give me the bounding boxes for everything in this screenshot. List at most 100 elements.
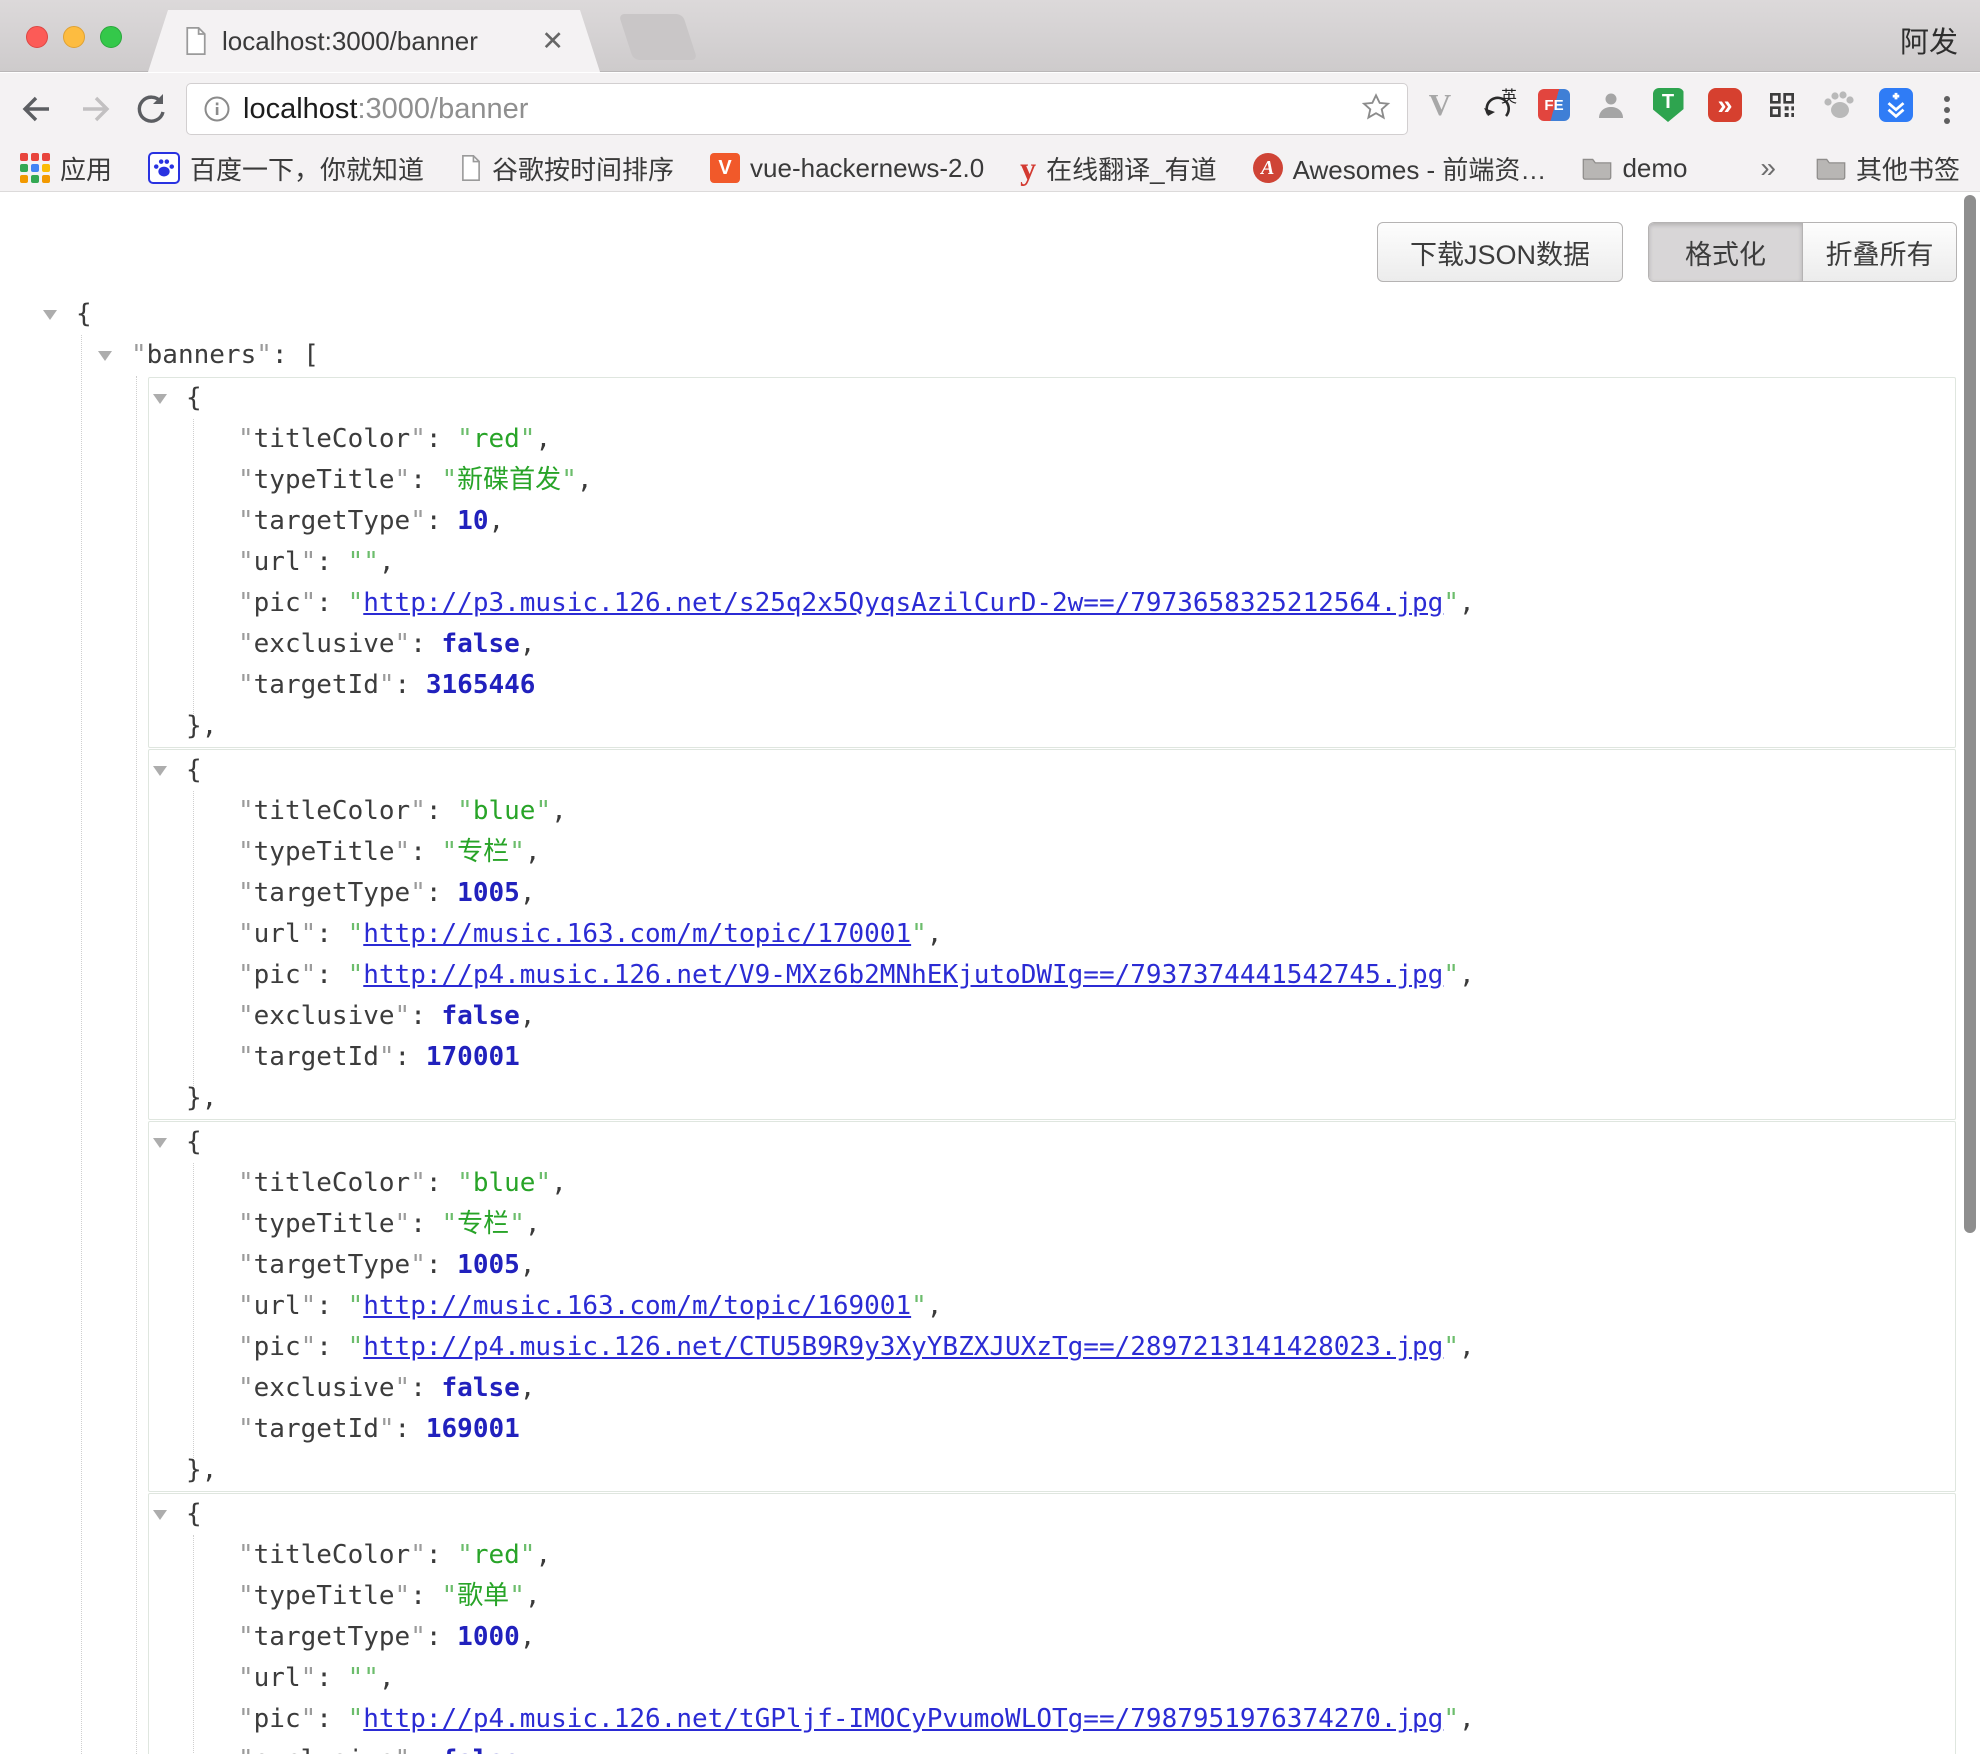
view-mode-toggle: 格式化 折叠所有	[1648, 222, 1957, 282]
json-key: targetId	[254, 1042, 379, 1072]
collapse-toggle-icon[interactable]	[153, 1138, 167, 1148]
youdao-icon: y	[1020, 150, 1036, 187]
json-link[interactable]: http://p4.music.126.net/V9-MXz6b2MNhEKju…	[363, 960, 1443, 990]
paw-extension-icon[interactable]	[1821, 87, 1857, 123]
json-line: "url": "",	[149, 542, 1955, 583]
bookmark-star-icon[interactable]	[1361, 92, 1391, 127]
zoom-window-button[interactable]	[100, 26, 122, 48]
apps-grid-icon	[20, 153, 50, 183]
json-string-value: red	[473, 1540, 520, 1570]
json-key: exclusive	[254, 1745, 395, 1754]
json-number-value: 169001	[426, 1414, 520, 1444]
bookmark-baidu[interactable]: 百度一下，你就知道	[148, 150, 424, 187]
window-controls	[26, 26, 122, 48]
awesomes-icon: A	[1253, 153, 1283, 183]
json-line: "pic": "http://p4.music.126.net/tGPljf-I…	[149, 1699, 1955, 1740]
json-key: typeTitle	[254, 1209, 395, 1239]
json-line: },	[149, 1078, 1955, 1119]
json-key: titleColor	[254, 796, 411, 826]
fehelper-extension-icon[interactable]: FE	[1538, 89, 1570, 121]
json-link[interactable]: http://music.163.com/m/topic/169001	[363, 1291, 911, 1321]
navigation-toolbar: localhost:3000/banner V 英 FE T »	[0, 73, 1980, 145]
bookmark-apps[interactable]: 应用	[20, 150, 112, 187]
json-link[interactable]: http://p4.music.126.net/CTU5B9R9y3XyYBZX…	[363, 1332, 1443, 1362]
json-number-value: 10	[457, 506, 488, 536]
json-line: "targetType": 1005,	[149, 1245, 1955, 1286]
json-line: "titleColor": "red",	[149, 419, 1955, 460]
address-bar[interactable]: localhost:3000/banner	[186, 83, 1408, 135]
json-key: targetId	[254, 670, 379, 700]
json-boolean-value: false	[442, 1001, 520, 1031]
collapse-toggle-icon[interactable]	[153, 1510, 167, 1520]
json-boolean-value: false	[442, 1745, 520, 1754]
json-line: "url": "",	[149, 1658, 1955, 1699]
json-key: targetType	[254, 1250, 411, 1280]
bookmark-google-sort[interactable]: 谷歌按时间排序	[460, 150, 674, 187]
bookmark-vue-hackernews[interactable]: V vue-hackernews-2.0	[710, 153, 984, 184]
bookmark-youdao[interactable]: y 在线翻译_有道	[1020, 150, 1216, 187]
bookmarks-overflow-icon[interactable]: »	[1760, 152, 1776, 184]
collapse-toggle-icon[interactable]	[43, 310, 57, 320]
vue-devtools-extension-icon[interactable]: V	[1422, 87, 1458, 123]
json-line: "pic": "http://p3.music.126.net/s25q2x5Q…	[149, 583, 1955, 624]
json-string-value: blue	[473, 1168, 536, 1198]
other-bookmarks-folder[interactable]: 其他书签	[1816, 150, 1960, 187]
collapse-all-button[interactable]: 折叠所有	[1802, 223, 1956, 281]
json-key: banners	[147, 340, 257, 370]
collapse-toggle-icon[interactable]	[98, 351, 112, 361]
collapse-toggle-icon[interactable]	[153, 766, 167, 776]
qrcode-extension-icon[interactable]	[1764, 87, 1800, 123]
shield-extension-icon[interactable]: T	[1653, 88, 1684, 122]
tab-close-icon[interactable]: ✕	[541, 28, 564, 55]
json-key: exclusive	[254, 1001, 395, 1031]
json-line: "pic": "http://p4.music.126.net/V9-MXz6b…	[149, 955, 1955, 996]
baidu-paw-icon	[148, 152, 180, 184]
new-tab-button[interactable]	[619, 14, 698, 60]
vertical-scrollbar[interactable]	[1964, 195, 1976, 1233]
back-button[interactable]	[14, 87, 58, 131]
json-line: "exclusive": false	[149, 1740, 1955, 1754]
json-link[interactable]: http://p4.music.126.net/tGPljf-IMOCyPvum…	[363, 1704, 1443, 1734]
reload-button[interactable]	[128, 87, 172, 131]
download-json-button[interactable]: 下载JSON数据	[1377, 222, 1623, 282]
json-key: typeTitle	[254, 837, 395, 867]
site-info-icon[interactable]	[203, 95, 231, 123]
json-string-value: 新碟首发	[457, 465, 561, 495]
json-key: url	[254, 1663, 301, 1693]
json-line: "targetType": 1005,	[149, 873, 1955, 914]
json-link[interactable]: http://p3.music.126.net/s25q2x5QyqsAzilC…	[363, 588, 1443, 618]
download-manager-extension-icon[interactable]	[1879, 88, 1913, 122]
json-line: },	[149, 706, 1955, 747]
forward-button[interactable]	[74, 87, 118, 131]
json-key: pic	[254, 960, 301, 990]
translate-extension-icon[interactable]: 英	[1479, 87, 1515, 123]
extension-icons: V 英 FE T »	[1422, 87, 1914, 123]
format-button[interactable]: 格式化	[1649, 223, 1802, 281]
person-extension-icon[interactable]	[1593, 87, 1629, 123]
json-key: targetType	[254, 506, 411, 536]
page-favicon-icon	[184, 27, 208, 55]
collapse-toggle-icon[interactable]	[153, 394, 167, 404]
json-line: "url": "http://music.163.com/m/topic/169…	[149, 1286, 1955, 1327]
json-link[interactable]: http://music.163.com/m/topic/170001	[363, 919, 911, 949]
json-line: {	[149, 750, 1955, 791]
json-line: {	[149, 1494, 1955, 1535]
json-string-value: blue	[473, 796, 536, 826]
json-key: typeTitle	[254, 1581, 395, 1611]
minimize-window-button[interactable]	[63, 26, 85, 48]
json-line: "typeTitle": "歌单",	[149, 1576, 1955, 1617]
page-icon	[460, 155, 482, 181]
bookmark-awesomes[interactable]: A Awesomes - 前端资…	[1253, 150, 1547, 187]
json-key: typeTitle	[254, 465, 395, 495]
bookmark-folder-demo[interactable]: demo	[1582, 153, 1687, 184]
json-key: targetId	[254, 1414, 379, 1444]
json-line: "targetId": 3165446	[149, 665, 1955, 706]
browser-tab[interactable]: localhost:3000/banner ✕	[148, 10, 600, 72]
json-number-value: 1005	[457, 878, 520, 908]
video-helper-extension-icon[interactable]: »	[1708, 88, 1742, 122]
json-line: "titleColor": "red",	[149, 1535, 1955, 1576]
title-bar: localhost:3000/banner ✕ 阿发	[0, 0, 1980, 72]
close-window-button[interactable]	[26, 26, 48, 48]
browser-menu-icon[interactable]	[1932, 93, 1962, 127]
json-key: url	[254, 919, 301, 949]
